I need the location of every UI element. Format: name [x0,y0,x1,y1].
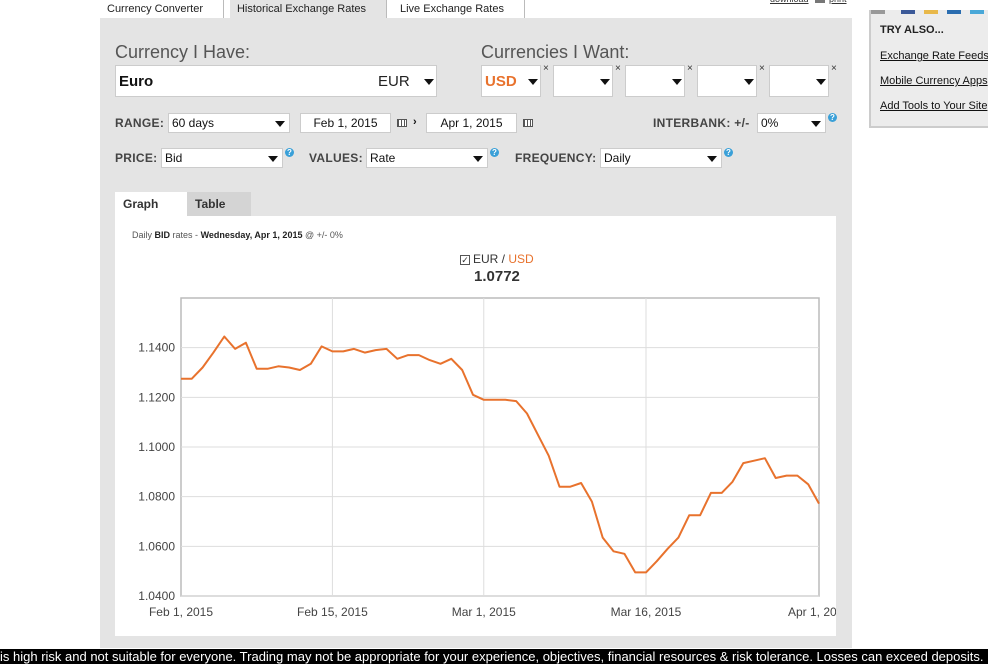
chevron-down-icon [744,79,754,85]
chevron-right-icon: › [413,116,417,128]
x-tick-label: Mar 1, 2015 [452,605,516,619]
currency-want-select-5[interactable] [769,65,829,97]
y-tick-label: 1.0800 [138,490,175,504]
currency-want-code: USD [485,73,517,90]
tab-historical-rates[interactable]: Historical Exchange Rates [229,0,387,18]
frequency-value: Daily [604,151,631,165]
x-tick-label: Apr 1, 2015 [788,605,836,619]
chevron-down-icon [707,156,717,162]
currency-want-label: Currencies I Want: [481,42,630,62]
interbank-select[interactable]: 0% [757,113,826,133]
end-date-input[interactable]: Apr 1, 2015 [426,113,517,133]
currency-want-select-3[interactable] [625,65,685,97]
currency-want-select-1[interactable]: USD [481,65,541,97]
help-icon[interactable]: ? [490,148,499,157]
remove-currency-icon[interactable]: × [543,63,549,74]
print-link[interactable]: print [829,0,847,4]
line-chart: Feb 1, 2015 Feb 15, 2015 Mar 1, 2015 Mar 16… [138,297,836,619]
help-icon[interactable]: ? [828,113,837,122]
tab-graph[interactable]: Graph [115,192,187,216]
price-label: PRICE: [115,151,158,165]
currency-have-name: Euro [119,73,154,90]
frequency-select[interactable]: Daily [600,148,722,168]
chevron-down-icon [424,79,434,85]
chevron-down-icon [816,79,826,85]
chart-card: Daily BID rates - Wednesday, Apr 1, 2015… [115,216,836,636]
currency-have-select[interactable]: Euro EUR [115,65,437,97]
calendar-icon[interactable] [397,119,407,127]
risk-disclaimer-ticker: is high risk and not suitable for everyo… [0,649,988,664]
help-icon[interactable]: ? [285,148,294,157]
chevron-down-icon [473,156,483,162]
y-tick-label: 1.1000 [138,440,175,454]
remove-currency-icon[interactable]: × [687,63,693,74]
tab-table[interactable]: Table [187,192,251,216]
chevron-down-icon [528,79,538,85]
linkedin-icon[interactable] [947,10,961,14]
chevron-down-icon [600,79,610,85]
interbank-label: INTERBANK: +/- [653,116,750,130]
y-tick-label: 1.1200 [138,390,175,404]
x-tick-label: Feb 15, 2015 [297,605,368,619]
range-value: 60 days [172,116,215,130]
twitter-icon[interactable] [970,10,984,14]
link-mobile-apps[interactable]: Mobile Currency Apps [880,75,988,87]
chevron-down-icon [811,121,821,127]
help-icon[interactable]: ? [724,148,733,157]
link-add-tools[interactable]: Add Tools to Your Site [880,100,987,112]
facebook-icon[interactable] [901,10,915,14]
download-link[interactable]: download [770,0,809,4]
price-value: Bid [165,151,183,165]
rss-icon[interactable] [924,10,938,14]
currency-want-select-2[interactable] [553,65,613,97]
x-tick-label: Mar 16, 2015 [611,605,682,619]
tab-currency-converter[interactable]: Currency Converter [100,0,224,18]
social-icon[interactable] [871,10,885,14]
chevron-down-icon [275,121,285,127]
calendar-icon[interactable] [523,119,533,127]
link-exchange-rate-feeds[interactable]: Exchange Rate Feeds [880,50,988,62]
print-icon[interactable] [815,0,825,3]
tab-live-rates[interactable]: Live Exchange Rates [393,0,525,18]
range-select[interactable]: 60 days [168,113,290,133]
values-label: VALUES: [309,151,363,165]
start-date-input[interactable]: Feb 1, 2015 [300,113,391,133]
y-tick-label: 1.0400 [138,589,175,603]
converter-panel: Currency I Have: Currencies I Want: Euro… [100,18,852,648]
interbank-value: 0% [761,116,779,130]
sidebar-title: TRY ALSO... [880,24,944,36]
price-select[interactable]: Bid [161,148,283,168]
remove-currency-icon[interactable]: × [831,63,837,74]
sidebar: TRY ALSO... Exchange Rate Feeds Mobile C… [869,10,988,128]
y-tick-label: 1.0600 [138,539,175,553]
range-label: RANGE: [115,116,165,130]
top-tabs: Currency Converter Historical Exchange R… [100,0,531,18]
chevron-down-icon [268,156,278,162]
currency-have-label: Currency I Have: [115,42,251,62]
page-root: Currency Converter Historical Exchange R… [0,0,988,664]
frequency-label: FREQUENCY: [515,151,597,165]
chevron-down-icon [672,79,682,85]
values-value: Rate [370,151,396,165]
currency-have-code: EUR [378,73,410,90]
remove-currency-icon[interactable]: × [759,63,765,74]
values-select[interactable]: Rate [366,148,488,168]
x-tick-label: Feb 1, 2015 [149,605,213,619]
currency-want-select-4[interactable] [697,65,757,97]
y-tick-label: 1.1400 [138,341,175,355]
remove-currency-icon[interactable]: × [615,63,621,74]
